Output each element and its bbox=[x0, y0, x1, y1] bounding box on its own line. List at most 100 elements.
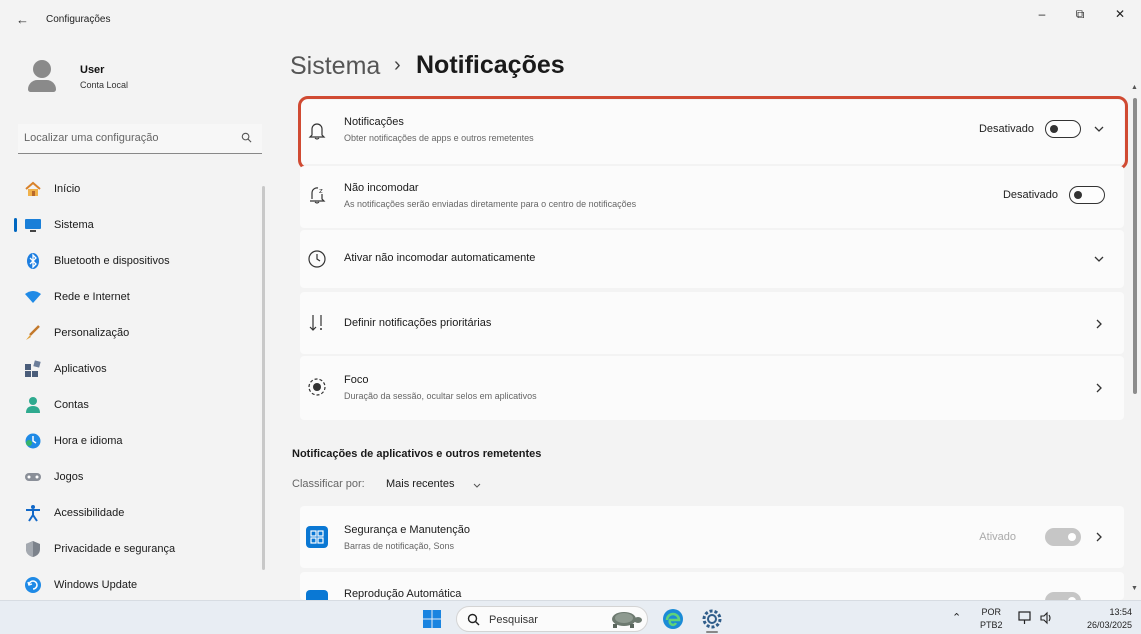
do-not-disturb-toggle[interactable] bbox=[1069, 186, 1105, 204]
setting-subtitle: As notificações serão enviadas diretamen… bbox=[344, 199, 637, 209]
monitor-icon bbox=[25, 219, 41, 232]
chevron-right-icon[interactable] bbox=[1092, 317, 1106, 331]
sidebar-item-acessibilidade[interactable]: Acessibilidade bbox=[14, 496, 260, 530]
bluetooth-icon bbox=[27, 253, 39, 269]
app-subtitle: Barras de notificação, Sons bbox=[344, 541, 455, 551]
sidebar-item-jogos[interactable]: Jogos bbox=[14, 460, 260, 494]
security-maintenance-icon bbox=[306, 526, 328, 548]
wifi-icon bbox=[25, 291, 41, 303]
breadcrumb-parent[interactable]: Sistema bbox=[290, 52, 380, 81]
restore-button[interactable]: ⧉ bbox=[1068, 6, 1092, 22]
tray-overflow-icon[interactable]: ⌃ bbox=[952, 611, 961, 624]
search-placeholder: Localizar uma configuração bbox=[24, 132, 159, 144]
system-clock[interactable]: 13:54 26/03/2025 bbox=[1068, 606, 1132, 632]
apps-icon bbox=[25, 360, 41, 377]
clock-time: 13:54 bbox=[1109, 607, 1132, 617]
settings-gear-icon[interactable] bbox=[700, 607, 724, 631]
scroll-up-arrow[interactable]: ▲ bbox=[1131, 84, 1138, 91]
search-icon bbox=[241, 132, 252, 143]
app-row-autoplay[interactable]: Reprodução Automática bbox=[300, 572, 1124, 600]
chevron-right-icon[interactable] bbox=[1092, 530, 1106, 544]
search-input[interactable]: Localizar uma configuração bbox=[18, 124, 262, 154]
sidebar-item-label: Privacidade e segurança bbox=[54, 543, 176, 555]
avatar bbox=[26, 58, 58, 92]
page-title: Notificações bbox=[416, 51, 565, 79]
sidebar-item-label: Contas bbox=[54, 399, 89, 411]
scroll-down-arrow[interactable]: ▼ bbox=[1131, 585, 1138, 592]
setting-title: Não incomodar bbox=[344, 182, 419, 194]
sidebar-item-label: Personalização bbox=[54, 327, 130, 339]
app-title: Configurações bbox=[46, 14, 111, 25]
active-app-indicator bbox=[706, 631, 718, 633]
sidebar-item-aplicativos[interactable]: Aplicativos bbox=[14, 352, 260, 386]
keyboard-layout: PTB2 bbox=[980, 620, 1003, 630]
minimize-button[interactable]: – bbox=[1030, 6, 1054, 22]
user-profile[interactable]: User Conta Local bbox=[26, 58, 256, 98]
chevron-right-icon[interactable] bbox=[1092, 381, 1106, 395]
edge-icon[interactable] bbox=[662, 608, 684, 630]
sort-label: Classificar por: bbox=[292, 478, 365, 490]
focus-card[interactable]: Foco Duração da sessão, ocultar selos em… bbox=[300, 356, 1124, 420]
language-indicator[interactable]: POR PTB2 bbox=[980, 606, 1003, 632]
app-name: Segurança e Manutenção bbox=[344, 524, 470, 536]
brush-icon bbox=[26, 325, 40, 340]
sidebar-item-privacidade[interactable]: Privacidade e segurança bbox=[14, 532, 260, 566]
app-name: Reprodução Automática bbox=[344, 588, 462, 600]
update-icon bbox=[25, 577, 41, 593]
sidebar-item-label: Windows Update bbox=[54, 579, 138, 591]
turtle-icon bbox=[612, 612, 642, 628]
setting-title: Definir notificações prioritárias bbox=[344, 317, 492, 329]
app-row-security-maintenance[interactable]: Segurança e Manutenção Barras de notific… bbox=[300, 506, 1124, 568]
bell-snooze-icon: z bbox=[310, 187, 326, 204]
sort-dropdown[interactable]: Mais recentes bbox=[386, 478, 454, 490]
clock-date: 26/03/2025 bbox=[1086, 620, 1132, 630]
sidebar-item-label: Jogos bbox=[54, 471, 84, 483]
setting-title: Foco bbox=[344, 374, 369, 386]
sidebar-item-label: Acessibilidade bbox=[54, 507, 125, 519]
sidebar-item-sistema[interactable]: Sistema bbox=[14, 208, 260, 242]
sidebar-item-label: Início bbox=[54, 183, 81, 195]
autoplay-toggle[interactable] bbox=[1045, 592, 1081, 600]
language-code: POR bbox=[981, 607, 1002, 617]
highlight-box bbox=[298, 96, 1128, 170]
user-name: User bbox=[80, 64, 105, 76]
auto-do-not-disturb-card[interactable]: Ativar não incomodar automaticamente bbox=[300, 230, 1124, 288]
person-icon bbox=[26, 397, 40, 413]
svg-text:z: z bbox=[319, 187, 323, 195]
windows-start-icon[interactable] bbox=[422, 609, 442, 629]
account-type: Conta Local bbox=[80, 80, 129, 90]
taskbar-search-placeholder: Pesquisar bbox=[489, 614, 538, 626]
chevron-down-icon[interactable] bbox=[1092, 252, 1106, 266]
sort-priority-icon bbox=[309, 315, 322, 331]
sidebar-item-hora[interactable]: Hora e idioma bbox=[14, 424, 260, 458]
title-bar: ← Configurações – ⧉ ✕ bbox=[0, 0, 1141, 40]
autoplay-icon bbox=[306, 590, 328, 600]
toggle-state-label: Desativado bbox=[1002, 189, 1058, 201]
sidebar-item-bluetooth[interactable]: Bluetooth e dispositivos bbox=[14, 244, 260, 278]
arrow-left-icon[interactable]: ← bbox=[16, 10, 32, 30]
priority-notifications-card[interactable]: Definir notificações prioritárias bbox=[300, 292, 1124, 354]
sidebar-item-rede[interactable]: Rede e Internet bbox=[14, 280, 260, 314]
globe-clock-icon bbox=[25, 433, 41, 449]
shield-icon bbox=[26, 541, 40, 557]
focus-icon bbox=[308, 378, 326, 396]
toggle-state-label: Ativado bbox=[979, 531, 1016, 543]
sidebar-item-personalizacao[interactable]: Personalização bbox=[14, 316, 260, 350]
network-icon[interactable] bbox=[1018, 611, 1032, 625]
do-not-disturb-card[interactable]: z Não incomodar As notificações serão en… bbox=[300, 166, 1124, 228]
main-scrollbar[interactable] bbox=[1133, 98, 1137, 394]
home-icon bbox=[25, 181, 41, 196]
sidebar-item-windows-update[interactable]: Windows Update bbox=[14, 568, 260, 602]
chevron-down-icon[interactable] bbox=[472, 480, 482, 490]
setting-title: Ativar não incomodar automaticamente bbox=[344, 252, 536, 264]
sidebar-item-label: Bluetooth e dispositivos bbox=[54, 255, 170, 267]
close-button[interactable]: ✕ bbox=[1108, 6, 1132, 22]
setting-subtitle: Duração da sessão, ocultar selos em apli… bbox=[344, 391, 537, 401]
sidebar-scrollbar[interactable] bbox=[262, 186, 265, 570]
sidebar-item-inicio[interactable]: Início bbox=[14, 172, 260, 206]
volume-icon[interactable] bbox=[1040, 611, 1054, 625]
sidebar-item-contas[interactable]: Contas bbox=[14, 388, 260, 422]
security-maintenance-toggle[interactable] bbox=[1045, 528, 1081, 546]
sidebar-item-label: Hora e idioma bbox=[54, 435, 123, 447]
taskbar: Pesquisar ⌃ POR PTB2 13:54 26/03/2025 bbox=[0, 600, 1141, 634]
